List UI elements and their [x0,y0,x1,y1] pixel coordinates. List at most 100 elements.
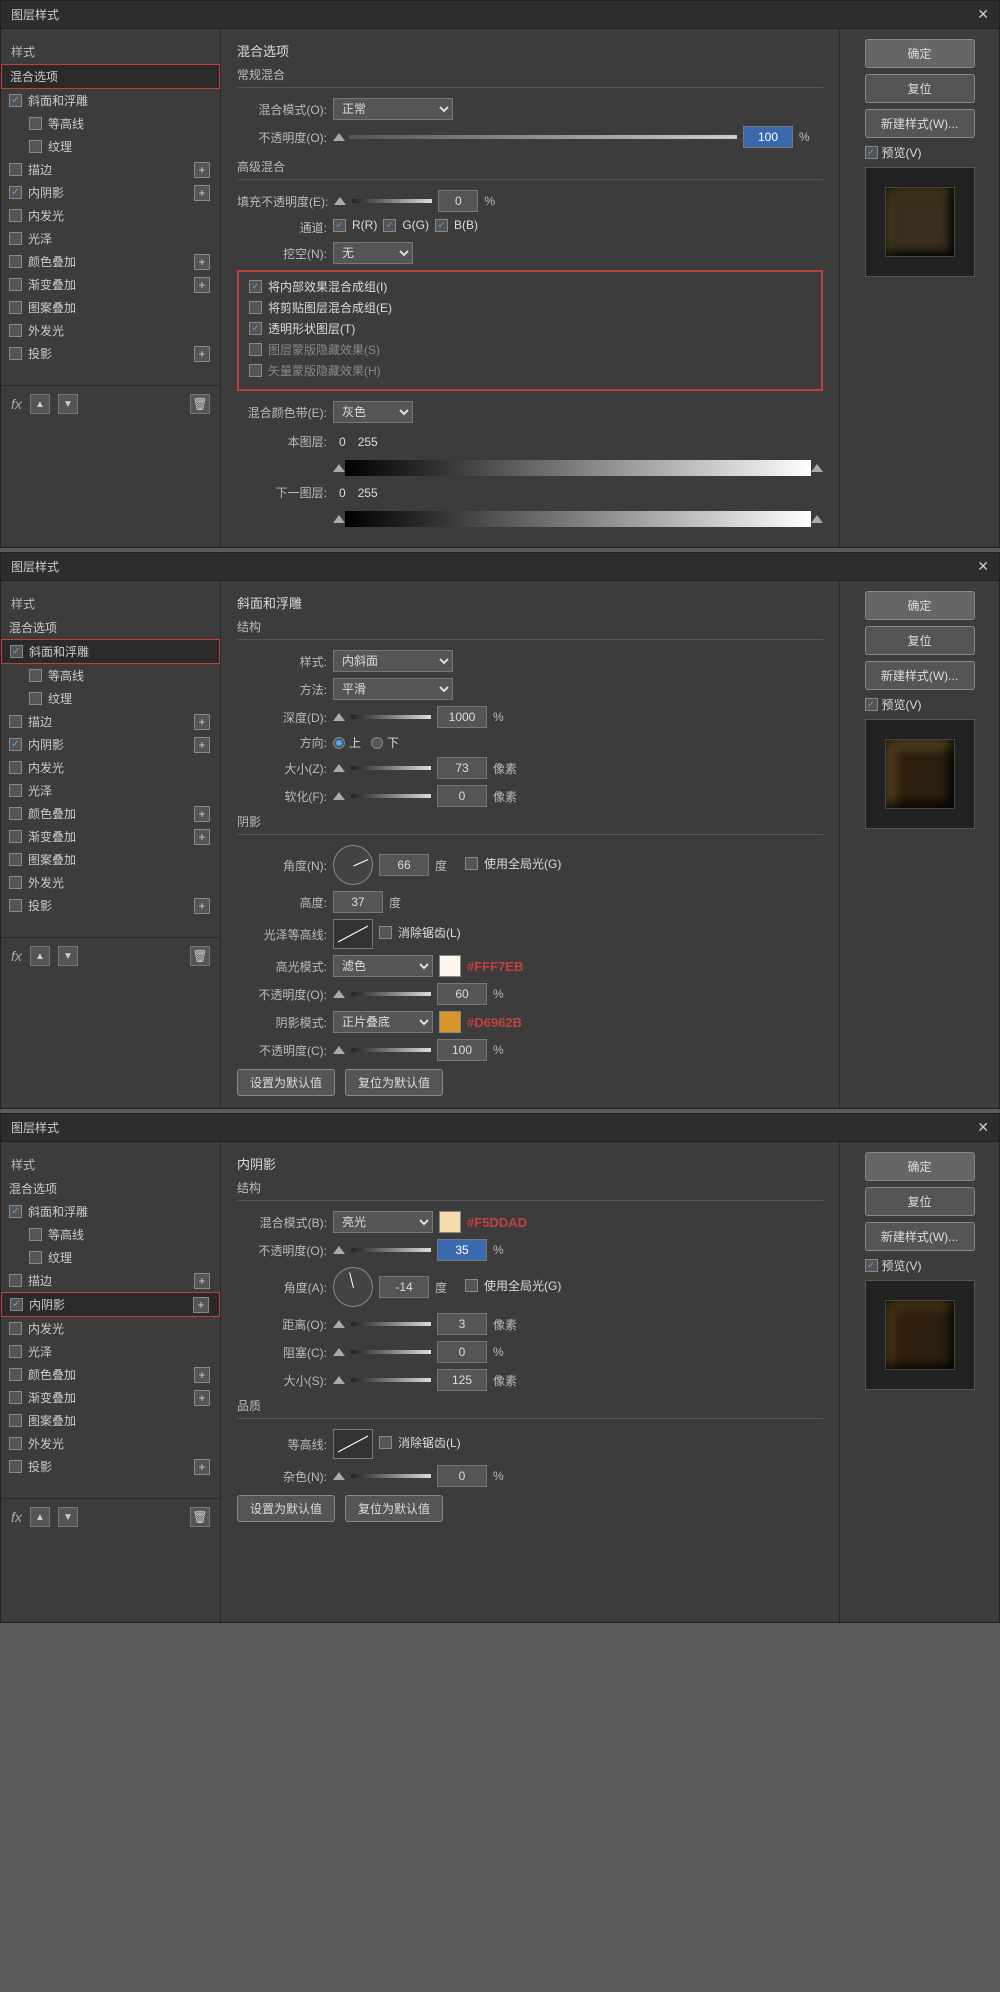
fill-opacity-track-1[interactable] [352,199,432,203]
depth-track[interactable] [351,715,431,719]
sidebar-checkbox-drop-shadow-3[interactable] [9,1460,22,1473]
shadow-opacity-thumb[interactable] [333,1046,345,1054]
opacity-slider-thumb-1[interactable] [333,133,345,141]
sidebar-item-outer-glow-1[interactable]: 外发光 [1,319,220,342]
bevel-style-select[interactable]: 内斜面 [333,650,453,672]
sidebar-checkbox-bevel-3[interactable] [9,1205,22,1218]
sidebar-checkbox-outer-glow-1[interactable] [9,324,22,337]
close-button-3[interactable]: ✕ [977,1119,989,1136]
sidebar-item-satin-3[interactable]: 光泽 [1,1340,220,1363]
inner-shadow-size-thumb[interactable] [333,1376,345,1384]
sidebar-checkbox-texture-3[interactable] [29,1251,42,1264]
inner-shadow-size-input[interactable] [437,1369,487,1391]
altitude-input[interactable] [333,891,383,913]
sidebar-item-color-overlay-1[interactable]: 颜色叠加 + [1,250,220,273]
distance-thumb[interactable] [333,1320,345,1328]
up-btn-3[interactable]: ▲ [30,1507,50,1527]
next-layer-left-thumb-1[interactable] [333,515,345,523]
vector-mask-checkbox-1[interactable] [249,364,262,377]
plus-btn-gradient-overlay-1[interactable]: + [194,277,210,293]
sidebar-item-bevel-1[interactable]: 斜面和浮雕 [1,89,220,112]
knockout-select-1[interactable]: 无 [333,242,413,264]
sidebar-checkbox-inner-shadow-1[interactable] [9,186,22,199]
r-checkbox-1[interactable] [333,219,346,232]
direction-down-radio[interactable] [371,737,383,749]
sidebar-checkbox-gradient-overlay-3[interactable] [9,1391,22,1404]
up-btn-1[interactable]: ▲ [30,394,50,414]
inner-shadow-opacity-track[interactable] [351,1248,431,1252]
sidebar-checkbox-contour-1[interactable] [29,117,42,130]
sidebar-checkbox-satin-1[interactable] [9,232,22,245]
sidebar-checkbox-pattern-overlay-2[interactable] [9,853,22,866]
sidebar-checkbox-texture-1[interactable] [29,140,42,153]
inner-effects-checkbox-1[interactable] [249,280,262,293]
ok-button-3[interactable]: 确定 [865,1152,975,1181]
inner-shadow-opacity-thumb[interactable] [333,1246,345,1254]
sidebar-item-color-overlay-3[interactable]: 颜色叠加 + [1,1363,220,1386]
fill-opacity-input-1[interactable] [438,190,478,212]
up-btn-2[interactable]: ▲ [30,946,50,966]
sidebar-item-gradient-overlay-3[interactable]: 渐变叠加 + [1,1386,220,1409]
trash-btn-1[interactable]: 🗑 [190,394,210,414]
down-btn-2[interactable]: ▼ [58,946,78,966]
choke-thumb[interactable] [333,1348,345,1356]
plus-btn-inner-shadow-1[interactable]: + [194,185,210,201]
inner-shadow-blend-mode-select[interactable]: 亮光 [333,1211,433,1233]
soften-track[interactable] [351,794,431,798]
sidebar-checkbox-stroke-2[interactable] [9,715,22,728]
highlight-opacity-track[interactable] [351,992,431,996]
sidebar-checkbox-satin-2[interactable] [9,784,22,797]
direction-up-radio[interactable] [333,737,345,749]
sidebar-checkbox-color-overlay-2[interactable] [9,807,22,820]
sidebar-item-inner-glow-2[interactable]: 内发光 [1,756,220,779]
gloss-contour-preview[interactable] [333,919,373,949]
sidebar-item-bevel-3[interactable]: 斜面和浮雕 [1,1200,220,1223]
sidebar-checkbox-color-overlay-3[interactable] [9,1368,22,1381]
new-style-button-2[interactable]: 新建样式(W)... [865,661,975,690]
soften-input[interactable] [437,785,487,807]
sidebar-checkbox-texture-2[interactable] [29,692,42,705]
sidebar-item-inner-glow-1[interactable]: 内发光 [1,204,220,227]
plus-btn-drop-shadow-2[interactable]: + [194,898,210,914]
sidebar-item-pattern-overlay-1[interactable]: 图案叠加 [1,296,220,319]
sidebar-checkbox-inner-glow-2[interactable] [9,761,22,774]
sidebar-checkbox-drop-shadow-2[interactable] [9,899,22,912]
sidebar-checkbox-gradient-overlay-1[interactable] [9,278,22,291]
distance-track[interactable] [351,1322,431,1326]
plus-btn-color-overlay-3[interactable]: + [194,1367,210,1383]
set-default-btn-2[interactable]: 设置为默认值 [237,1069,335,1096]
angle-input-2[interactable] [379,854,429,876]
highlight-opacity-thumb[interactable] [333,990,345,998]
sidebar-item-gradient-overlay-2[interactable]: 渐变叠加 + [1,825,220,848]
reset-default-btn-3[interactable]: 复位为默认值 [345,1495,443,1522]
preview-checkbox-3[interactable] [865,1259,878,1272]
sidebar-item-drop-shadow-3[interactable]: 投影 + [1,1455,220,1478]
fill-opacity-thumb-1[interactable] [334,197,346,205]
sidebar-item-texture-2[interactable]: 纹理 [21,687,220,710]
sidebar-checkbox-outer-glow-3[interactable] [9,1437,22,1450]
sidebar-checkbox-satin-3[interactable] [9,1345,22,1358]
highlight-opacity-input[interactable] [437,983,487,1005]
trash-btn-3[interactable]: 🗑 [190,1507,210,1527]
ok-button-2[interactable]: 确定 [865,591,975,620]
this-layer-left-thumb-1[interactable] [333,464,345,472]
sidebar-item-inner-shadow-2[interactable]: 内阴影 + [1,733,220,756]
sidebar-item-drop-shadow-2[interactable]: 投影 + [1,894,220,917]
preview-checkbox-2[interactable] [865,698,878,711]
preview-checkbox-1[interactable] [865,146,878,159]
sidebar-item-inner-glow-3[interactable]: 内发光 [1,1317,220,1340]
blend-mode-select-1[interactable]: 正常 [333,98,453,120]
sidebar-checkbox-drop-shadow-1[interactable] [9,347,22,360]
sidebar-item-contour-2[interactable]: 等高线 [21,664,220,687]
plus-btn-drop-shadow-1[interactable]: + [194,346,210,362]
plus-btn-drop-shadow-3[interactable]: + [194,1459,210,1475]
shadow-opacity-input[interactable] [437,1039,487,1061]
sidebar-checkbox-inner-shadow-3[interactable] [10,1298,23,1311]
choke-track[interactable] [351,1350,431,1354]
sidebar-checkbox-bevel-2[interactable] [10,645,23,658]
sidebar-checkbox-outer-glow-2[interactable] [9,876,22,889]
anti-alias-cb-3[interactable] [379,1436,392,1449]
sidebar-checkbox-inner-glow-3[interactable] [9,1322,22,1335]
sidebar-item-texture-1[interactable]: 纹理 [21,135,220,158]
anti-alias-cb-2[interactable] [379,926,392,939]
